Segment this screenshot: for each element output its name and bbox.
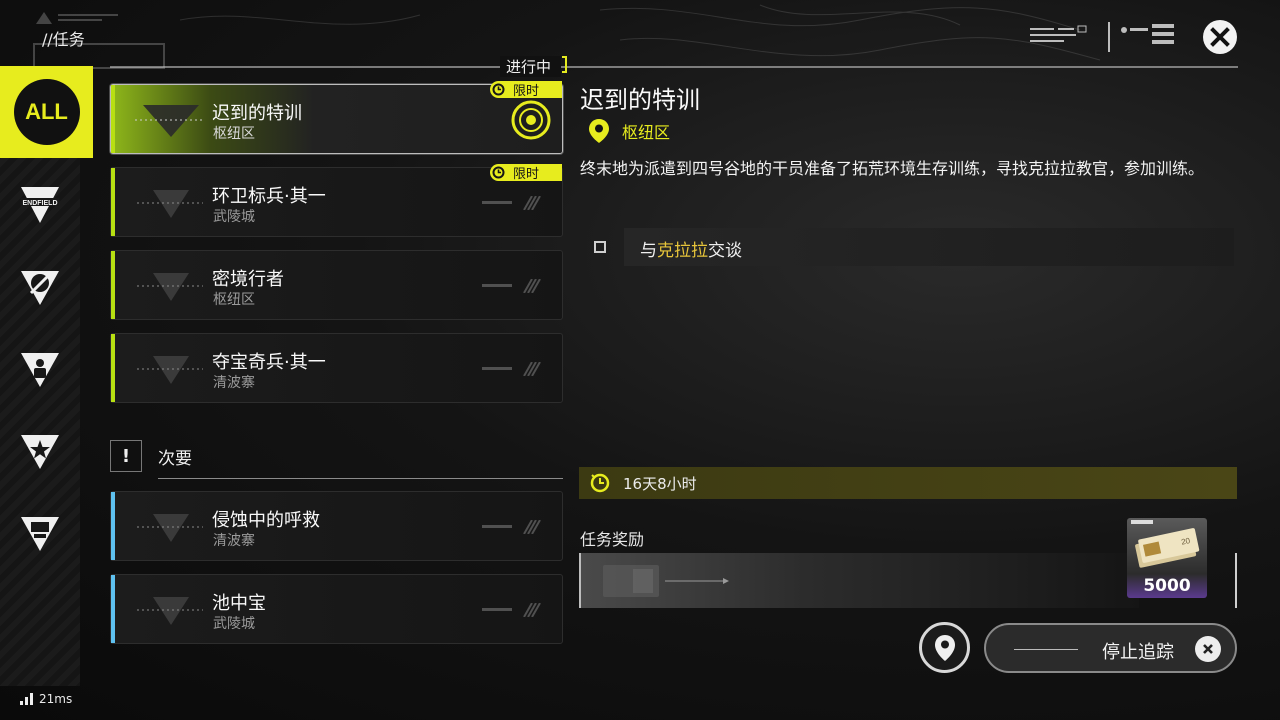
quest-emblem-icon [137, 514, 203, 542]
stop-tracking-button[interactable]: 停止追踪 [984, 623, 1237, 673]
close-button[interactable] [1203, 20, 1237, 54]
reward-item[interactable]: 20 5000 [1127, 518, 1207, 598]
quest-title: 环卫标兵·其一 [212, 186, 326, 207]
section-title: 次要 [158, 449, 192, 469]
quest-area: 枢纽区 [213, 126, 255, 142]
star-icon [21, 435, 59, 469]
time-remaining: 16天8小时 [623, 474, 697, 493]
limited-badge: 限时 [490, 81, 562, 99]
objective-checkbox [594, 241, 606, 253]
quest-emblem-icon [137, 190, 203, 218]
ping-value: 21ms [39, 692, 73, 706]
quest-card[interactable]: 侵蚀中的呼救 清波寨 [110, 491, 563, 561]
quest-emblem-icon [137, 597, 203, 625]
reward-label: 任务奖励 [580, 530, 645, 549]
category-supply[interactable] [0, 486, 80, 578]
quest-emblem-icon [135, 105, 205, 137]
quest-area: 清波寨 [213, 533, 255, 549]
exclamation-icon: ! [110, 440, 142, 472]
hud-decoration [1030, 22, 1174, 52]
main-quest-bar [111, 334, 115, 402]
map-locate-button[interactable] [919, 622, 970, 673]
network-ping: 21ms [20, 692, 72, 706]
reward-strip [579, 553, 1139, 608]
quest-title: 夺宝奇兵·其一 [212, 352, 326, 373]
side-quest-bar [111, 492, 115, 560]
quest-card[interactable]: 池中宝 武陵城 [110, 574, 563, 644]
category-character[interactable] [0, 322, 80, 414]
category-all[interactable]: ALL [0, 66, 93, 158]
main-quest-bar [111, 85, 115, 153]
clock-icon [590, 473, 610, 493]
quest-area: 武陵城 [213, 616, 255, 632]
objective-npc: 克拉拉 [657, 241, 708, 261]
map-pin-icon [934, 634, 955, 661]
category-endfield[interactable]: ENDFIELD [0, 158, 80, 250]
quest-card[interactable]: 夺宝奇兵·其一 清波寨 [110, 333, 563, 403]
quest-area: 枢纽区 [213, 292, 255, 308]
hatch-decoration [482, 196, 541, 210]
clock-icon [490, 164, 507, 181]
header-divider [110, 66, 1238, 68]
quest-emblem-icon [137, 356, 203, 384]
crate-icon [603, 565, 729, 597]
quest-detail-title: 迟到的特训 [580, 86, 700, 114]
reward-quantity: 5000 [1143, 576, 1191, 596]
quest-title: 密境行者 [212, 269, 284, 290]
in-progress-marker [562, 56, 567, 73]
quest-area: 清波寨 [213, 375, 255, 391]
currency-icon: 20 [1131, 520, 1200, 568]
section-divider [158, 478, 563, 479]
location-name: 枢纽区 [622, 123, 671, 142]
quest-area: 武陵城 [213, 209, 255, 225]
close-circle-icon [1195, 636, 1221, 662]
reward-edge [1235, 553, 1237, 608]
person-icon [21, 353, 59, 387]
in-progress-label: 进行中 [500, 56, 562, 77]
hatch-decoration [482, 603, 541, 617]
secondary-section-header: ! 次要 [110, 440, 563, 480]
hatch-decoration [482, 362, 541, 376]
svg-text:ENDFIELD: ENDFIELD [23, 200, 58, 207]
time-limit-bar: 16天8小时 [579, 467, 1237, 499]
all-badge: ALL [13, 79, 80, 145]
limited-badge: 限时 [490, 164, 562, 182]
clock-icon [490, 81, 507, 98]
button-decoration-line [1014, 649, 1078, 650]
endfield-icon: ENDFIELD [21, 187, 59, 223]
breadcrumb: //任务 [42, 30, 85, 49]
quest-card[interactable]: 密境行者 枢纽区 [110, 250, 563, 320]
hatch-decoration [482, 520, 541, 534]
quest-title: 迟到的特训 [212, 103, 302, 124]
sword-icon [21, 271, 59, 305]
hatch-decoration [482, 279, 541, 293]
location-pin-icon [589, 119, 609, 143]
objective-row: 与克拉拉交谈 [624, 228, 1234, 266]
category-special[interactable] [0, 404, 80, 496]
category-combat[interactable] [0, 240, 80, 332]
stop-tracking-label: 停止追踪 [1102, 642, 1174, 663]
quest-location[interactable]: 枢纽区 [588, 117, 670, 145]
close-icon [1210, 27, 1230, 47]
main-quest-bar [111, 251, 115, 319]
tracking-icon [511, 100, 551, 140]
side-quest-bar [111, 575, 115, 643]
signal-icon [20, 693, 33, 705]
box-icon [21, 517, 59, 551]
quest-emblem-icon [137, 273, 203, 301]
quest-description: 终末地为派遣到四号谷地的干员准备了拓荒环境生存训练，寻找克拉拉教官，参加训练。 [580, 159, 1205, 178]
quest-title: 侵蚀中的呼救 [212, 510, 320, 531]
main-quest-bar [111, 168, 115, 236]
quest-title: 池中宝 [212, 593, 266, 614]
